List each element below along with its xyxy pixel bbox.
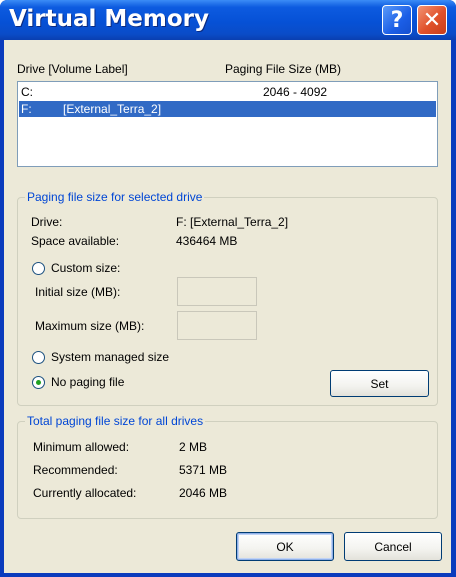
title-bar[interactable]: Virtual Memory ? ✕ (0, 0, 456, 40)
drive-column-header: Drive [Volume Label] (17, 62, 128, 76)
space-available-value: 436464 MB (176, 234, 238, 248)
window-title: Virtual Memory (9, 6, 209, 32)
drive-row-c[interactable]: C: 2046 - 4092 (19, 84, 436, 100)
set-button[interactable]: Set (330, 370, 429, 397)
currently-allocated-value: 2046 MB (179, 486, 228, 500)
close-button[interactable]: ✕ (417, 5, 447, 35)
maximum-size-label: Maximum size (MB): (35, 319, 145, 333)
drive-label: Drive: (31, 215, 63, 229)
currently-allocated-label: Currently allocated: (33, 486, 137, 500)
totals-group: Total paging file size for all drives Mi… (17, 414, 438, 519)
help-icon: ? (390, 7, 404, 33)
initial-size-field[interactable] (177, 277, 257, 306)
no-paging-label[interactable]: No paging file (51, 375, 124, 389)
cancel-button[interactable]: Cancel (344, 532, 442, 561)
totals-group-title: Total paging file size for all drives (25, 414, 206, 428)
drive-row-f[interactable]: F: [External_Terra_2] (19, 101, 436, 117)
drive-column-header-text: Drive [Volume Label] (17, 62, 128, 76)
selected-drive-group-title: Paging file size for selected drive (25, 190, 205, 204)
set-button-label: Set (370, 376, 389, 391)
help-button[interactable]: ? (382, 5, 412, 35)
minimum-allowed-label: Minimum allowed: (33, 440, 130, 454)
recommended-value: 5371 MB (179, 463, 228, 477)
custom-size-radio[interactable] (32, 262, 45, 275)
initial-size-label: Initial size (MB): (35, 285, 121, 299)
size-column-header: Paging File Size (MB) (225, 62, 342, 76)
space-available-label: Space available: (31, 234, 120, 248)
drive-row-size: 2046 - 4092 (263, 85, 328, 99)
minimum-allowed-value: 2 MB (179, 440, 208, 454)
recommended-label: Recommended: (33, 463, 118, 477)
custom-size-label[interactable]: Custom size: (51, 261, 120, 275)
cancel-button-label: Cancel (374, 539, 412, 554)
custom-size-label-text: Custom size: (51, 261, 121, 275)
close-icon: ✕ (422, 7, 442, 33)
system-managed-radio[interactable] (32, 351, 45, 364)
drive-value: F: [External_Terra_2] (176, 215, 289, 229)
ok-button-label: OK (276, 539, 294, 554)
dialog-body: Drive [Volume Label] Paging File Size (M… (4, 40, 451, 573)
system-managed-label[interactable]: System managed size (51, 350, 169, 364)
selected-drive-group: Paging file size for selected drive Driv… (17, 190, 438, 406)
maximum-size-field[interactable] (177, 311, 257, 340)
virtual-memory-dialog: Virtual Memory ? ✕ Drive [Volume Label] … (0, 0, 456, 577)
drive-row-label: [External_Terra_2] (63, 102, 162, 116)
no-paging-radio[interactable] (32, 376, 45, 389)
drive-row-letter: C: (21, 85, 33, 99)
drive-row-letter: F: (21, 102, 32, 116)
ok-button[interactable]: OK (236, 532, 334, 561)
drive-list[interactable]: C: 2046 - 4092 F: [External_Terra_2] (17, 81, 438, 167)
